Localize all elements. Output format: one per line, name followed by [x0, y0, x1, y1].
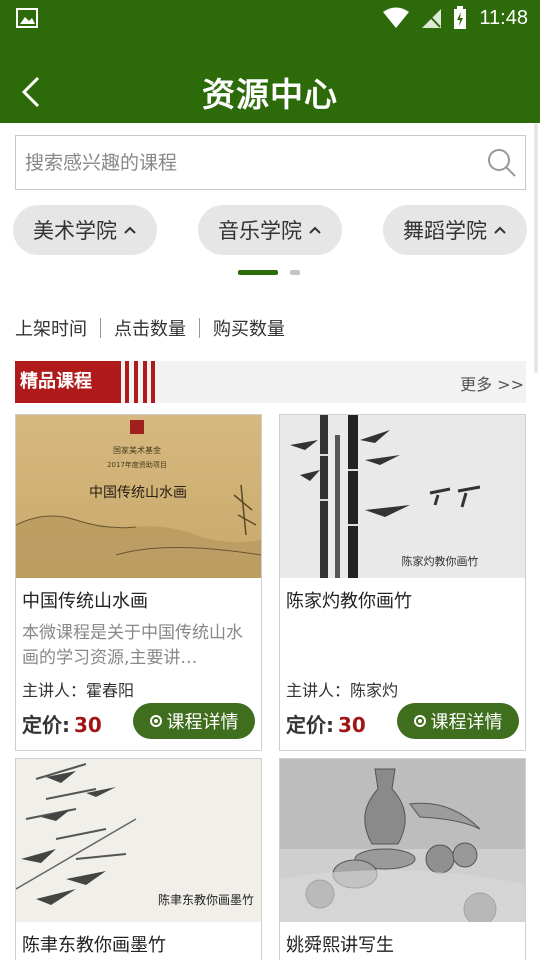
course-thumbnail: 陈聿东教你画墨竹 — [16, 759, 261, 922]
course-lecturer: 主讲人：霍春阳 — [22, 681, 135, 700]
scrollbar[interactable] — [534, 123, 538, 373]
thumb-caption: 2017年度资助项目 — [107, 460, 167, 469]
search-input[interactable] — [16, 136, 476, 189]
divider — [199, 318, 200, 338]
section-stripe — [134, 361, 138, 403]
thumb-title: 中国传统山水画 — [89, 485, 187, 501]
category-chip-music[interactable]: 音乐学院 — [198, 205, 342, 255]
signal-off-icon — [422, 8, 442, 28]
course-lecturer: 主讲人：陈家灼 — [286, 681, 399, 700]
course-title: 中国传统山水画 — [22, 591, 148, 612]
course-card[interactable]: 陈家灼教你画竹 陈家灼教你画竹 主讲人：陈家灼 定价: 30 课程详情 — [279, 414, 526, 751]
radio-dot-icon — [413, 715, 426, 727]
sort-by-listing-time[interactable]: 上架时间 — [15, 315, 87, 341]
category-chip-dance[interactable]: 舞蹈学院 — [383, 205, 527, 255]
app-header: 资源中心 — [0, 36, 540, 123]
featured-section-header: 精品课程 更多 >> — [15, 361, 526, 403]
wifi-icon — [383, 7, 410, 28]
price-label: 定价: — [22, 713, 70, 737]
pager-dot-active — [238, 270, 278, 275]
chevron-up-icon — [309, 226, 321, 234]
thumb-title: 陈聿东教你画墨竹 — [158, 892, 254, 907]
course-price: 定价: 30 — [286, 709, 366, 738]
section-title: 精品课程 — [15, 361, 121, 403]
status-bar: 11:48 — [0, 0, 540, 36]
page-title: 资源中心 — [202, 75, 338, 114]
detail-label: 课程详情 — [430, 712, 503, 733]
course-title: 陈聿东教你画墨竹 — [22, 935, 166, 956]
sort-by-clicks[interactable]: 点击数量 — [114, 315, 186, 341]
course-title: 陈家灼教你画竹 — [286, 591, 412, 612]
course-detail-button[interactable]: 课程详情 — [133, 703, 255, 739]
thumb-caption: 国家美术基金 — [113, 445, 161, 455]
radio-dot-icon — [149, 715, 162, 727]
category-chip-art[interactable]: 美术学院 — [13, 205, 157, 255]
course-thumbnail — [280, 759, 525, 922]
price-value: 30 — [74, 713, 102, 737]
price-label: 定价: — [286, 713, 334, 737]
course-thumbnail: 陈家灼教你画竹 — [280, 415, 525, 578]
category-label: 舞蹈学院 — [403, 219, 487, 243]
category-label: 音乐学院 — [218, 219, 302, 243]
chevron-up-icon — [124, 226, 136, 234]
section-stripe — [151, 361, 155, 403]
section-stripe — [125, 361, 129, 403]
section-stripe — [143, 361, 147, 403]
sort-by-purchases[interactable]: 购买数量 — [213, 315, 285, 341]
price-value: 30 — [338, 713, 366, 737]
status-time: 11:48 — [479, 6, 528, 29]
battery-icon — [454, 6, 467, 29]
course-card[interactable]: 陈聿东教你画墨竹 陈聿东教你画墨竹 — [15, 758, 262, 960]
gallery-icon — [16, 8, 38, 28]
pager-dot[interactable] — [290, 270, 300, 275]
more-link[interactable]: 更多 >> — [460, 371, 524, 395]
detail-label: 课程详情 — [166, 712, 239, 733]
chevron-up-icon — [494, 226, 506, 234]
course-price: 定价: 30 — [22, 709, 102, 738]
category-label: 美术学院 — [33, 219, 117, 243]
course-detail-button[interactable]: 课程详情 — [397, 703, 519, 739]
thumb-title: 陈家灼教你画竹 — [402, 554, 479, 568]
course-title: 姚舜熙讲写生 — [286, 935, 394, 956]
search-bar — [15, 135, 526, 190]
course-thumbnail: 国家美术基金 2017年度资助项目 中国传统山水画 — [16, 415, 261, 578]
course-description: 本微课程是关于中国传统山水画的学习资源,主要讲… — [22, 623, 243, 668]
pager-indicator — [238, 270, 302, 276]
search-icon[interactable] — [487, 148, 517, 178]
course-card[interactable]: 国家美术基金 2017年度资助项目 中国传统山水画 中国传统山水画 本微课程是关… — [15, 414, 262, 751]
divider — [100, 318, 101, 338]
course-card[interactable]: 姚舜熙讲写生 — [279, 758, 526, 960]
sort-bar: 上架时间 点击数量 购买数量 — [15, 314, 285, 342]
